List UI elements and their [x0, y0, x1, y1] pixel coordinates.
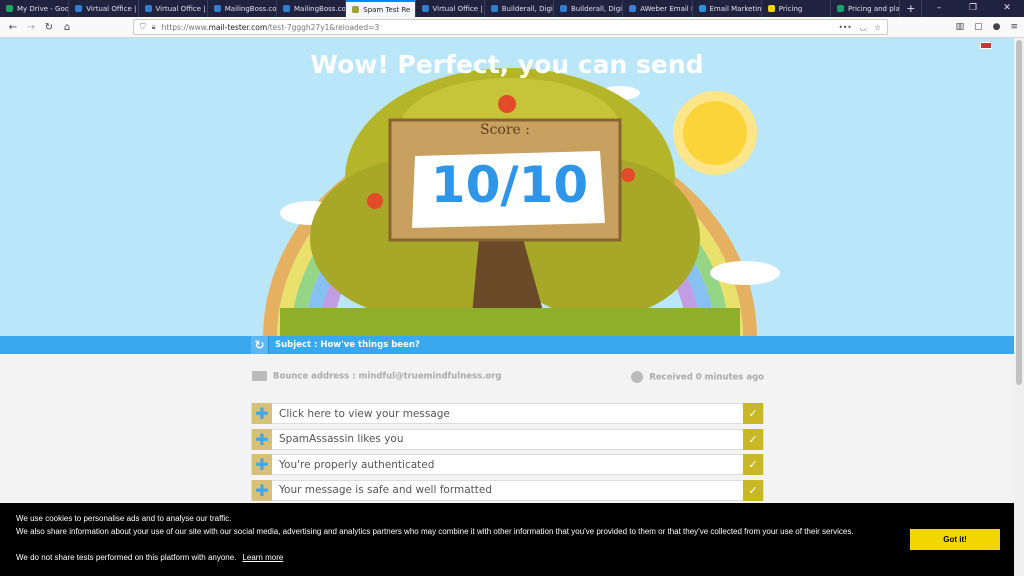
- tab[interactable]: MailingBoss.com: [277, 0, 347, 17]
- refresh-icon[interactable]: ↻: [251, 336, 269, 354]
- score-value: 10/10: [430, 156, 589, 214]
- tab-favicon-icon: [490, 5, 498, 12]
- tab-label: Builderall, Digita: [571, 4, 623, 13]
- tab[interactable]: Virtual Office | B: [416, 0, 485, 17]
- subject-bar: ↻ Subject : How've things been?: [0, 336, 1014, 354]
- clock-icon: [631, 371, 644, 383]
- check-icon: ✓: [743, 454, 763, 475]
- language-flag-icon[interactable]: [980, 42, 992, 49]
- tab-bar: My Drive - Goog Virtual Office | B Virtual…: [0, 0, 1024, 17]
- tab[interactable]: Pricing: [762, 0, 831, 17]
- check-icon: ✓: [743, 428, 763, 450]
- tab[interactable]: MailingBoss.com: [208, 0, 277, 17]
- sidebar-icon[interactable]: ▢: [974, 22, 983, 32]
- tab-favicon-icon: [560, 5, 567, 12]
- cookie-line-1: We use cookies to personalise ads and to…: [16, 514, 232, 523]
- home-button[interactable]: ⌂: [58, 22, 76, 33]
- tab-label: AWeber Email M: [640, 4, 693, 13]
- tab-favicon-icon: [6, 5, 13, 12]
- window-controls: – ❐ ✕: [922, 0, 1024, 17]
- tab-label: MailingBoss.com: [224, 4, 277, 13]
- tab-favicon-icon: [698, 5, 706, 12]
- back-button[interactable]: ←: [4, 22, 22, 33]
- result-label: Click here to view your message: [279, 407, 450, 420]
- tab-label: Virtual Office | B: [432, 4, 485, 13]
- maximize-button[interactable]: ❐: [956, 0, 990, 17]
- result-row[interactable]: ✚ SpamAssassin likes you ✓: [251, 428, 764, 450]
- tab-favicon-icon: [837, 5, 844, 12]
- message-meta: Bounce address : mindful@truemindfulness…: [252, 371, 764, 383]
- menu-icon[interactable]: ≡: [1010, 22, 1018, 32]
- tab-favicon-icon: [629, 5, 637, 12]
- check-icon: ✓: [743, 403, 763, 424]
- reload-button[interactable]: ↻: [40, 22, 58, 33]
- expand-plus-icon[interactable]: ✚: [252, 428, 272, 450]
- result-row[interactable]: ✚ Click here to view your message ✓: [251, 403, 764, 424]
- check-icon: ✓: [743, 479, 763, 501]
- forward-button[interactable]: →: [22, 22, 40, 33]
- cookie-banner: We use cookies to personalise ads and to…: [0, 503, 1014, 576]
- tab-label: Email Marketing: [709, 4, 762, 13]
- tab[interactable]: Virtual Office | B: [139, 0, 208, 17]
- result-label: You're properly authenticated: [279, 458, 435, 471]
- account-icon[interactable]: ●: [993, 22, 1001, 32]
- new-tab-button[interactable]: +: [900, 0, 923, 17]
- tab-favicon-icon: [421, 5, 429, 12]
- got-it-button[interactable]: Got it!: [910, 529, 1000, 550]
- tab-label: Virtual Office | B: [155, 4, 208, 13]
- more-icon[interactable]: •••: [838, 23, 851, 32]
- tab-label: MailingBoss.com: [294, 4, 346, 13]
- tab-favicon-icon: [283, 5, 290, 12]
- result-row[interactable]: ✚ Your message is safe and well formatted…: [251, 479, 764, 501]
- tab[interactable]: My Drive - Goog: [0, 0, 70, 17]
- tab-label: Pricing: [778, 4, 803, 13]
- tab[interactable]: AWeber Email M: [623, 0, 693, 17]
- nav-toolbar: ← → ↻ ⌂ ⛉ 🔒︎ https://www.mail-tester.com…: [0, 17, 1024, 38]
- tab-label: Builderall, Digita: [501, 4, 553, 13]
- tab[interactable]: Pricing and plans: [831, 0, 901, 17]
- page-title: Wow! Perfect, you can send: [310, 50, 704, 79]
- expand-plus-icon[interactable]: ✚: [252, 454, 272, 475]
- sun-icon: [673, 91, 757, 175]
- learn-more-link[interactable]: Learn more: [242, 553, 283, 562]
- tab-label: My Drive - Goog: [17, 4, 70, 13]
- result-label: SpamAssassin likes you: [279, 433, 404, 445]
- tab-favicon-icon: [767, 5, 775, 12]
- received-time: Received 0 minutes ago: [631, 371, 764, 383]
- tab[interactable]: Spam Test Re✕: [346, 0, 416, 17]
- hero-illustration: Score : 10/10 Wow! Perfect, you can send: [0, 38, 1014, 336]
- lock-icon: 🔒︎: [151, 22, 156, 31]
- expand-plus-icon[interactable]: ✚: [252, 403, 272, 424]
- tab[interactable]: Email Marketing: [693, 0, 762, 17]
- subject-text: Subject : How've things been?: [275, 340, 420, 350]
- cookie-line-2: We also share information about your use…: [16, 527, 854, 536]
- score-label: Score :: [479, 122, 530, 138]
- tab-favicon-icon: [144, 5, 152, 12]
- minimize-button[interactable]: –: [922, 0, 956, 17]
- url-text: https://www.mail-tester.com/test-7gggh27…: [161, 22, 380, 32]
- expand-plus-icon[interactable]: ✚: [252, 479, 272, 501]
- tab-favicon-icon: [213, 5, 221, 12]
- tab[interactable]: Virtual Office | B: [69, 0, 139, 17]
- pocket-icon[interactable]: ◡: [860, 23, 867, 32]
- tab-label: Virtual Office | B: [86, 4, 139, 13]
- bookmark-star-icon[interactable]: ☆: [874, 23, 881, 32]
- tab-favicon-icon: [75, 5, 83, 12]
- scrollbar[interactable]: [1014, 38, 1024, 576]
- bounce-address: Bounce address : mindful@truemindfulness…: [252, 371, 501, 383]
- library-icon[interactable]: ▥: [956, 22, 965, 32]
- result-label: Your message is safe and well formatted: [279, 484, 492, 496]
- tab[interactable]: Builderall, Digita: [485, 0, 554, 17]
- close-window-button[interactable]: ✕: [990, 0, 1024, 17]
- tab-label: Spam Test Re: [363, 5, 411, 14]
- envelope-icon: [252, 371, 267, 381]
- cookie-line-3: We do not share tests performed on this …: [16, 553, 284, 562]
- url-bar[interactable]: ⛉ 🔒︎ https://www.mail-tester.com/test-7g…: [133, 19, 888, 35]
- shield-icon: ⛉: [140, 22, 146, 31]
- result-row[interactable]: ✚ You're properly authenticated ✓: [251, 454, 764, 475]
- tab[interactable]: Builderall, Digita: [554, 0, 624, 17]
- tab-label: Pricing and plans: [848, 4, 900, 13]
- tab-favicon-icon: [352, 6, 360, 13]
